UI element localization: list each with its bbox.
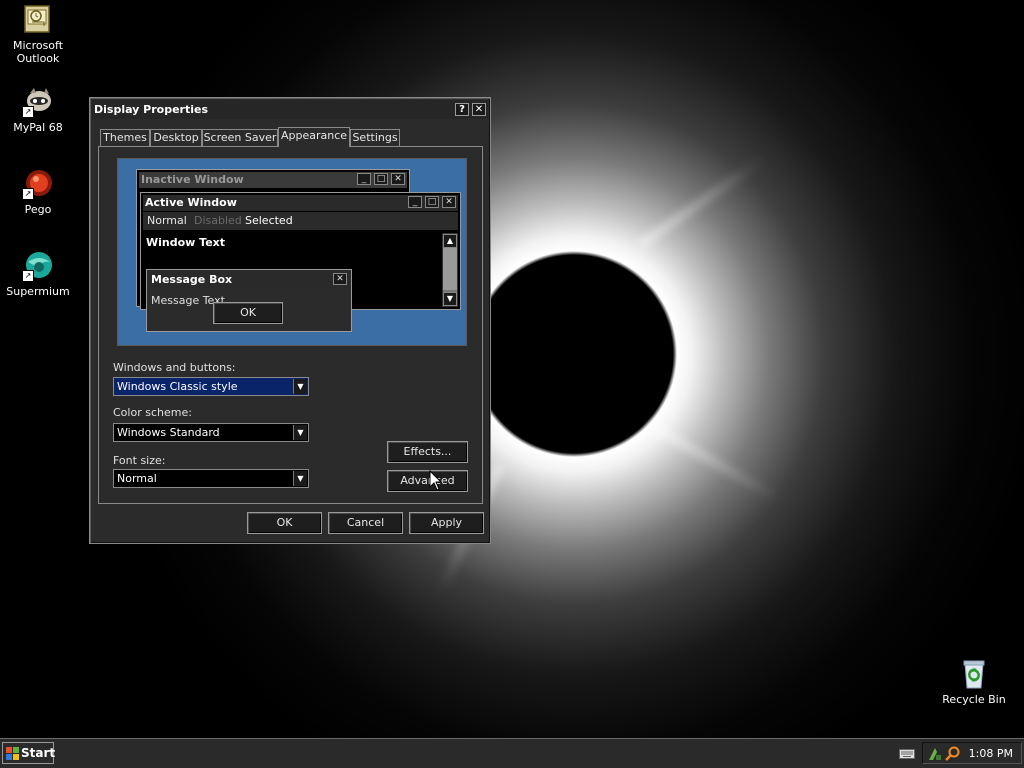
close-button[interactable]: ✕ bbox=[472, 103, 486, 116]
outlook-icon bbox=[22, 4, 54, 36]
preview-menu-normal: Normal bbox=[147, 214, 187, 227]
tab-themes[interactable]: Themes bbox=[100, 129, 150, 146]
close-icon: ✕ bbox=[442, 196, 456, 208]
system-tray: 1:08 PM bbox=[922, 742, 1022, 764]
font-size-label: Font size: bbox=[113, 454, 166, 467]
close-icon: ✕ bbox=[391, 173, 405, 185]
preview-menubar: Normal Disabled Selected bbox=[143, 212, 458, 230]
mouse-cursor-icon bbox=[429, 470, 443, 491]
tab-desktop[interactable]: Desktop bbox=[150, 129, 202, 146]
windows-buttons-label: Windows and buttons: bbox=[113, 361, 236, 374]
dropdown-arrow-icon: ▼ bbox=[293, 425, 307, 440]
appearance-panel: Inactive Window _ □ ✕ Active Window _ □ … bbox=[98, 146, 483, 504]
preview-scrollbar: ▲ ▼ bbox=[442, 233, 458, 307]
keyboard-icon[interactable] bbox=[899, 748, 915, 760]
dialog-title: Display Properties bbox=[94, 103, 209, 116]
preview-menu-disabled: Disabled bbox=[194, 214, 242, 227]
windows-buttons-select[interactable]: Windows Classic style ▼ bbox=[113, 377, 309, 396]
minimize-icon: _ bbox=[357, 173, 371, 185]
minimize-icon: _ bbox=[408, 196, 422, 208]
maximize-icon: □ bbox=[425, 196, 439, 208]
apply-button[interactable]: Apply bbox=[409, 512, 484, 534]
preview-window-text: Window Text bbox=[146, 236, 226, 249]
clock[interactable]: 1:08 PM bbox=[969, 743, 1013, 765]
preview-msgbox-title: Message Box bbox=[149, 272, 349, 288]
maximize-icon: □ bbox=[374, 173, 388, 185]
close-icon: ✕ bbox=[333, 273, 347, 285]
color-scheme-select[interactable]: Windows Standard ▼ bbox=[113, 423, 309, 442]
corona-ray bbox=[647, 420, 783, 505]
desktop-icon-supermium[interactable]: ↗ Supermium bbox=[0, 250, 76, 298]
desktop: Microsoft Outlook ↗ MyPal 68 ↗ Pego ↗ Su… bbox=[0, 0, 1024, 738]
taskbar: Start 1:08 PM bbox=[0, 738, 1024, 768]
advanced-button[interactable]: Advanced bbox=[387, 470, 468, 492]
mypal-icon: ↗ bbox=[22, 86, 54, 118]
start-label: Start bbox=[21, 746, 56, 760]
shortcut-arrow-icon: ↗ bbox=[22, 188, 34, 200]
corona-ray bbox=[637, 154, 766, 250]
preview-menu-selected: Selected bbox=[245, 214, 293, 227]
preview-ok-button: OK bbox=[213, 302, 283, 324]
scroll-up-icon: ▲ bbox=[443, 234, 457, 248]
color-scheme-label: Color scheme: bbox=[113, 406, 192, 419]
help-button[interactable]: ? bbox=[455, 103, 469, 116]
effects-button[interactable]: Effects... bbox=[387, 441, 468, 463]
tab-appearance[interactable]: Appearance bbox=[278, 127, 350, 147]
shortcut-arrow-icon: ↗ bbox=[22, 106, 34, 118]
scroll-down-icon: ▼ bbox=[443, 292, 457, 306]
ok-button[interactable]: OK bbox=[247, 512, 322, 534]
font-size-select[interactable]: Normal ▼ bbox=[113, 469, 309, 488]
tab-settings[interactable]: Settings bbox=[350, 129, 400, 146]
start-button[interactable]: Start bbox=[2, 742, 56, 764]
search-icon[interactable] bbox=[945, 746, 961, 762]
appearance-preview: Inactive Window _ □ ✕ Active Window _ □ … bbox=[117, 158, 467, 346]
dialog-titlebar[interactable]: Display Properties ? ✕ bbox=[92, 100, 488, 119]
tab-screen-saver[interactable]: Screen Saver bbox=[202, 129, 278, 146]
desktop-icon-mypal[interactable]: ↗ MyPal 68 bbox=[0, 86, 76, 134]
supermium-icon: ↗ bbox=[22, 250, 54, 282]
dropdown-arrow-icon: ▼ bbox=[293, 379, 307, 394]
desktop-icon-recycle-bin[interactable]: Recycle Bin bbox=[936, 658, 1012, 706]
pego-icon: ↗ bbox=[22, 168, 54, 200]
network-icon[interactable] bbox=[927, 746, 943, 762]
preview-message-box: Message Box ✕ Message Text OK bbox=[146, 269, 352, 332]
desktop-icon-pego[interactable]: ↗ Pego bbox=[0, 168, 76, 216]
shortcut-arrow-icon: ↗ bbox=[22, 270, 34, 282]
dropdown-arrow-icon: ▼ bbox=[293, 471, 307, 486]
cancel-button[interactable]: Cancel bbox=[328, 512, 403, 534]
recycle-bin-icon bbox=[958, 658, 990, 690]
desktop-icon-outlook[interactable]: Microsoft Outlook bbox=[0, 4, 76, 65]
windows-logo-icon bbox=[6, 747, 19, 760]
